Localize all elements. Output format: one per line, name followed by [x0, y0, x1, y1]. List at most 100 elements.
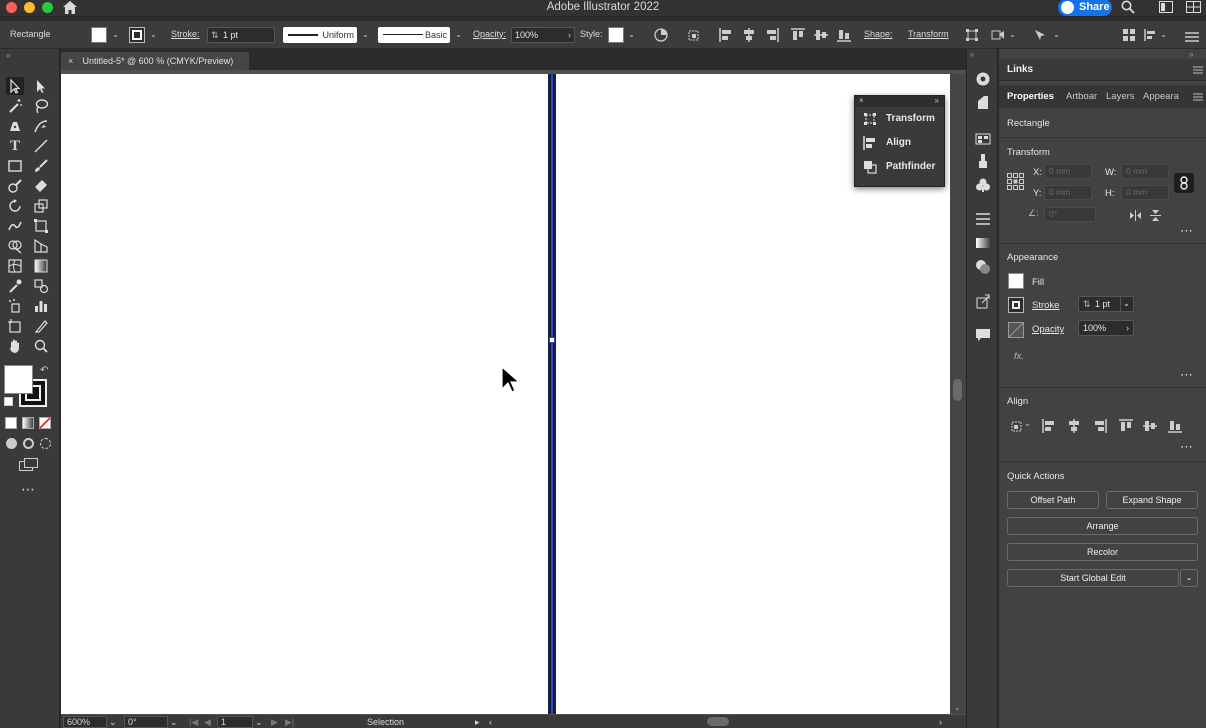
- align-vertical-center-icon[interactable]: [814, 28, 828, 42]
- lasso-tool-icon[interactable]: [32, 97, 50, 115]
- opacity-expand-arrow-icon[interactable]: ›: [1126, 321, 1129, 335]
- zoom-level-field[interactable]: 600%: [63, 716, 107, 728]
- selection-tool-icon[interactable]: [6, 77, 24, 95]
- panel-align-right-icon[interactable]: [1093, 419, 1107, 433]
- align-horizontal-center-icon[interactable]: [742, 28, 756, 42]
- status-tool-label[interactable]: Selection: [367, 716, 404, 728]
- next-artboard-icon[interactable]: ▶: [271, 716, 278, 728]
- slice-tool-icon[interactable]: [32, 317, 50, 335]
- distribute-icon[interactable]: [1143, 28, 1157, 42]
- style-chevron-icon[interactable]: ⌄: [626, 27, 637, 43]
- stroke-weight-field[interactable]: ⇅ 1 pt: [207, 27, 275, 43]
- anchor-point-handle[interactable]: [549, 337, 555, 343]
- isolate-selected-icon[interactable]: [991, 28, 1005, 42]
- fx-effects-button[interactable]: fx.: [1014, 351, 1024, 362]
- rectangle-tool-icon[interactable]: [6, 157, 24, 175]
- fill-dropdown-chevron-icon[interactable]: ⌄: [110, 27, 121, 43]
- appearance-more-options-icon[interactable]: ⋯: [1180, 367, 1194, 383]
- panel-align-left-icon[interactable]: [1042, 419, 1056, 433]
- tab-layers[interactable]: Layers: [1106, 91, 1135, 102]
- stroke-panel-icon[interactable]: [975, 211, 991, 227]
- links-panel-tab[interactable]: Links: [999, 59, 1206, 81]
- offset-path-button[interactable]: Offset Path: [1007, 491, 1099, 509]
- align-bottom-icon[interactable]: [837, 28, 851, 42]
- align-left-icon[interactable]: [719, 28, 733, 42]
- gradient-panel-icon[interactable]: [975, 235, 991, 251]
- appearance-fill-swatch[interactable]: [1008, 273, 1024, 289]
- properties-panel-menu-icon[interactable]: [1193, 93, 1203, 101]
- shaper-tool-icon[interactable]: [6, 177, 24, 195]
- collapse-toolbar-icon[interactable]: »: [6, 51, 10, 60]
- collapse-dock-icon[interactable]: «: [970, 50, 974, 59]
- stroke-weight-stepper-icon[interactable]: ⇅: [1083, 297, 1095, 311]
- collapse-panels-icon[interactable]: »: [1189, 50, 1193, 59]
- select-similar-chevron-icon[interactable]: ⌄: [1051, 27, 1062, 43]
- transform-panel-button[interactable]: Transform: [855, 107, 944, 131]
- select-similar-icon[interactable]: [1033, 28, 1047, 42]
- last-artboard-icon[interactable]: ▶|: [285, 716, 294, 728]
- h-field[interactable]: 0 mm: [1121, 185, 1169, 200]
- hand-tool-icon[interactable]: [6, 337, 24, 355]
- gradient-mode-icon[interactable]: [22, 417, 34, 429]
- stroke-link[interactable]: Stroke: [1032, 300, 1059, 311]
- stroke-label[interactable]: Stroke:: [171, 29, 200, 39]
- column-graph-tool-icon[interactable]: [32, 297, 50, 315]
- stroke-weight-chevron-icon[interactable]: ⌄: [1120, 296, 1134, 312]
- search-icon[interactable]: [1121, 0, 1135, 14]
- opacity-field[interactable]: 100% ›: [511, 27, 575, 43]
- rotate-angle-field[interactable]: 0°: [1044, 207, 1096, 222]
- selected-rectangle[interactable]: [548, 74, 556, 714]
- perspective-grid-tool-icon[interactable]: [32, 237, 50, 255]
- recolor-button[interactable]: Recolor: [1007, 543, 1198, 561]
- expand-shape-button[interactable]: Expand Shape: [1106, 491, 1198, 509]
- vertical-scrollbar[interactable]: ⌄: [950, 74, 966, 714]
- draw-inside-icon[interactable]: [40, 438, 51, 449]
- stroke-stepper-icon[interactable]: ⇅: [211, 28, 223, 42]
- close-document-icon[interactable]: ×: [68, 52, 80, 70]
- transform-more-options-icon[interactable]: ⋯: [1180, 223, 1194, 239]
- scroll-right-arrow-icon[interactable]: ›: [939, 716, 942, 728]
- eyedropper-tool-icon[interactable]: [6, 277, 24, 295]
- tab-properties[interactable]: Properties: [1007, 91, 1054, 102]
- arrange-button[interactable]: Arrange: [1007, 517, 1198, 535]
- rotation-field[interactable]: 0°: [124, 716, 168, 728]
- brush-definition[interactable]: Basic: [378, 27, 450, 43]
- start-global-edit-button[interactable]: Start Global Edit: [1007, 569, 1179, 587]
- zoom-tool-icon[interactable]: [32, 337, 50, 355]
- swap-fill-stroke-icon[interactable]: ↶: [40, 365, 48, 376]
- share-button[interactable]: Share: [1058, 0, 1112, 16]
- opacity-link[interactable]: Opacity: [1032, 324, 1064, 335]
- variable-width-profile[interactable]: Uniform: [283, 27, 357, 43]
- align-more-options-icon[interactable]: ⋯: [1180, 439, 1194, 455]
- scroll-down-arrow-icon[interactable]: ⌄: [954, 703, 961, 712]
- align-to-icon[interactable]: [1011, 419, 1025, 433]
- stroke-swatch[interactable]: [129, 27, 145, 43]
- panel-align-bottom-icon[interactable]: [1168, 419, 1182, 433]
- links-panel-menu-icon[interactable]: [1193, 66, 1203, 74]
- w-field[interactable]: 0 mm: [1121, 164, 1169, 179]
- draw-normal-icon[interactable]: [6, 438, 17, 449]
- draw-behind-icon[interactable]: [23, 438, 34, 449]
- curvature-tool-icon[interactable]: [32, 117, 50, 135]
- horizontal-scroll-thumb[interactable]: [707, 717, 729, 726]
- artboard-number-field[interactable]: 1: [217, 716, 253, 728]
- transform-each-icon[interactable]: [965, 28, 979, 42]
- change-screen-mode-icon[interactable]: [19, 458, 39, 472]
- edit-toolbar-more-icon[interactable]: ⋯: [21, 481, 36, 498]
- fill-color-box[interactable]: [4, 365, 33, 394]
- close-panel-group-icon[interactable]: ×: [859, 96, 864, 106]
- previous-artboard-icon[interactable]: ◀: [204, 716, 211, 728]
- stroke-dropdown-chevron-icon[interactable]: ⌄: [148, 27, 159, 43]
- fill-swatch[interactable]: [91, 27, 107, 43]
- status-menu-arrow-icon[interactable]: ▸: [475, 716, 480, 728]
- panel-align-vertical-center-icon[interactable]: [1143, 419, 1157, 433]
- scale-tool-icon[interactable]: [32, 197, 50, 215]
- appearance-stroke-swatch[interactable]: [1008, 297, 1024, 313]
- tab-artboards[interactable]: Artboar: [1066, 91, 1097, 102]
- scroll-left-arrow-icon[interactable]: ‹: [489, 716, 492, 728]
- global-edit-options-chevron-icon[interactable]: ⌄: [1180, 569, 1198, 587]
- color-mode-icon[interactable]: [5, 417, 17, 429]
- document-tab[interactable]: × Untitled-5* @ 600 % (CMYK/Preview): [61, 52, 249, 70]
- opacity-label[interactable]: Opacity:: [473, 29, 506, 39]
- pen-tool-icon[interactable]: [6, 117, 24, 135]
